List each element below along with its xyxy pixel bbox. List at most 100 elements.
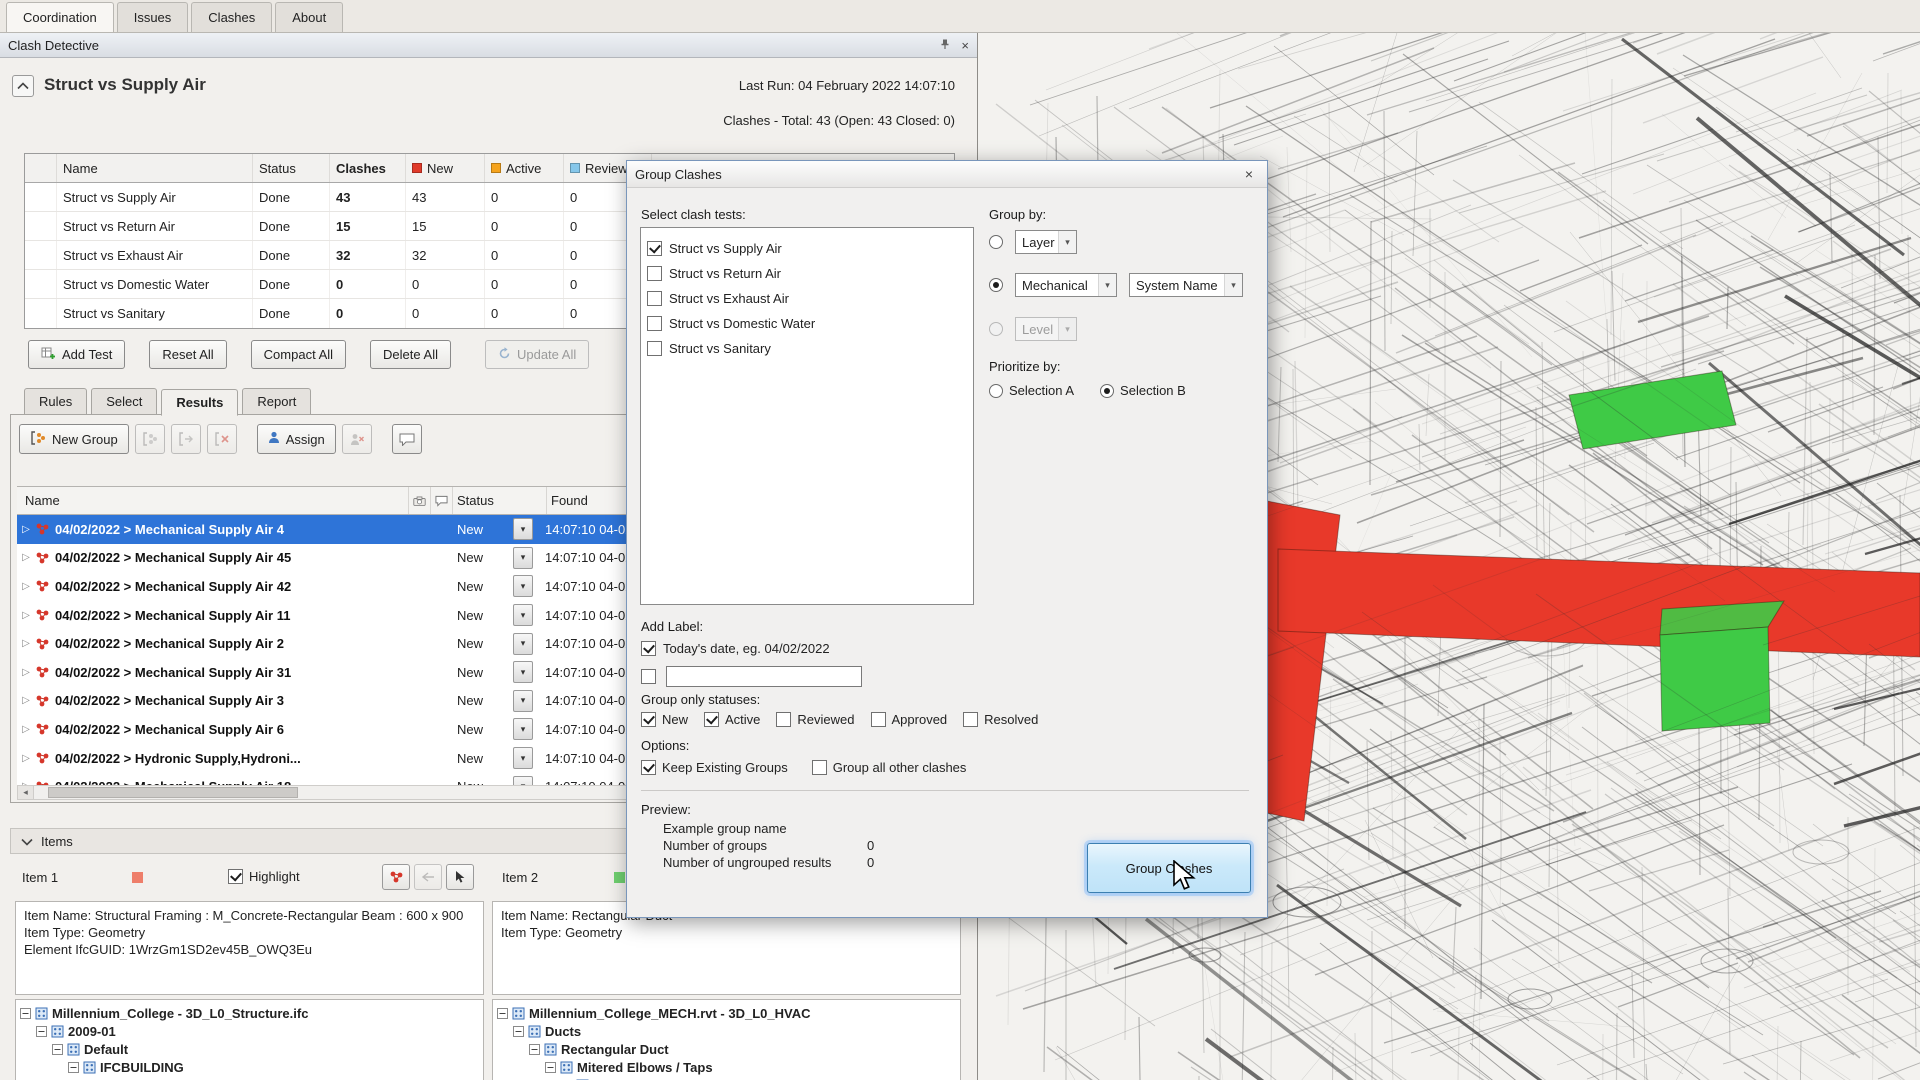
selection-a-radio[interactable]: Selection A (989, 383, 1074, 398)
tree-expander-icon[interactable] (513, 1026, 524, 1037)
tab-select[interactable]: Select (91, 388, 157, 415)
update-all-button[interactable]: Update All (485, 340, 589, 369)
radio[interactable] (1100, 384, 1114, 398)
tree-node[interactable]: Millennium_College_MECH.rvt - 3D_L0_HVAC (493, 1004, 960, 1022)
collapse-test-button[interactable] (12, 75, 34, 97)
todays-date-checkbox[interactable]: Today's date, eg. 04/02/2022 (641, 641, 830, 656)
tree-expander-icon[interactable] (497, 1008, 508, 1019)
checkbox[interactable] (776, 712, 791, 727)
ungroup-icon-button[interactable] (207, 424, 237, 454)
results-col-name[interactable]: Name (17, 487, 409, 514)
tree-node[interactable]: Rectangular Duct (493, 1040, 960, 1058)
property-dropdown[interactable]: System Name▾ (1129, 273, 1243, 297)
status-checkbox-active[interactable]: Active (704, 712, 760, 727)
highlight-checkbox[interactable]: Highlight (228, 869, 300, 884)
tree-node[interactable]: IFCBUILDING (16, 1058, 483, 1076)
tab-rules[interactable]: Rules (24, 388, 87, 415)
status-checkbox-new[interactable]: New (641, 712, 688, 727)
expand-arrow-icon[interactable]: ▷ (17, 581, 35, 592)
checkbox[interactable] (647, 241, 662, 256)
tree-node[interactable]: Mitered Elbows / Taps (493, 1058, 960, 1076)
layer-radio[interactable] (989, 235, 1003, 249)
status-dropdown-button[interactable]: ▾ (513, 690, 533, 712)
delete-all-button[interactable]: Delete All (370, 340, 451, 369)
clash-test-option[interactable]: Struct vs Sanitary (647, 336, 967, 361)
checkbox[interactable] (812, 760, 827, 775)
status-dropdown-button[interactable]: ▾ (513, 518, 533, 540)
add-to-group-icon-button[interactable] (135, 424, 165, 454)
tree-node[interactable]: Millennium_College - 3D_L0_Structure.ifc (16, 1004, 483, 1022)
expand-arrow-icon[interactable]: ▷ (17, 753, 35, 764)
pin-icon[interactable] (939, 38, 951, 53)
option-checkbox[interactable]: Keep Existing Groups (641, 760, 788, 775)
tree-expander-icon[interactable] (36, 1026, 47, 1037)
option-checkbox[interactable]: Group all other clashes (812, 760, 967, 775)
checkbox[interactable] (641, 760, 656, 775)
results-col-status[interactable]: Status (453, 487, 547, 514)
close-icon[interactable]: × (961, 38, 969, 53)
new-group-button[interactable]: New Group (19, 424, 129, 454)
checkbox[interactable] (871, 712, 886, 727)
menu-tab-issues[interactable]: Issues (117, 2, 189, 32)
tab-results[interactable]: Results (161, 389, 238, 416)
tests-col-active[interactable]: Active (485, 154, 564, 182)
tree-node[interactable]: Rectangular Duct [6 (493, 1076, 960, 1080)
highlight-group-button[interactable] (382, 864, 410, 890)
menu-tab-coordination[interactable]: Coordination (6, 2, 114, 32)
tree-expander-icon[interactable] (52, 1044, 63, 1055)
reset-all-button[interactable]: Reset All (149, 340, 226, 369)
tree-expander-icon[interactable] (529, 1044, 540, 1055)
status-checkbox-approved[interactable]: Approved (871, 712, 948, 727)
checkbox[interactable] (647, 291, 662, 306)
status-dropdown-button[interactable]: ▾ (513, 604, 533, 626)
group-clashes-button[interactable]: Group Clashes (1087, 843, 1251, 893)
custom-label-checkbox[interactable] (641, 669, 656, 684)
tree-node[interactable]: 2009-01 (16, 1022, 483, 1040)
checkbox[interactable] (647, 316, 662, 331)
tree-expander-icon[interactable] (68, 1062, 79, 1073)
checkbox[interactable] (228, 869, 243, 884)
expand-arrow-icon[interactable]: ▷ (17, 552, 35, 563)
expand-arrow-icon[interactable]: ▷ (17, 695, 35, 706)
select-cursor-button[interactable] (446, 864, 474, 890)
scrollbar-thumb[interactable] (48, 787, 298, 798)
menu-tab-clashes[interactable]: Clashes (191, 2, 272, 32)
status-dropdown-button[interactable]: ▾ (513, 633, 533, 655)
grid-intersection-radio[interactable] (989, 278, 1003, 292)
clash-test-option[interactable]: Struct vs Supply Air (647, 236, 967, 261)
comment-bubble-button[interactable] (392, 424, 422, 454)
dialog-titlebar[interactable]: Group Clashes × (627, 161, 1267, 188)
tree-expander-icon[interactable] (20, 1008, 31, 1019)
custom-label-input[interactable] (666, 666, 862, 687)
tree-node[interactable]: Default (16, 1040, 483, 1058)
close-icon[interactable]: × (1239, 166, 1259, 182)
scroll-left-arrow[interactable]: ◂ (18, 786, 34, 799)
status-dropdown-button[interactable]: ▾ (513, 747, 533, 769)
tests-col-new[interactable]: New (406, 154, 485, 182)
clash-test-option[interactable]: Struct vs Exhaust Air (647, 286, 967, 311)
status-dropdown-button[interactable]: ▾ (513, 718, 533, 740)
expand-arrow-icon[interactable]: ▷ (17, 638, 35, 649)
layer-dropdown[interactable]: Layer▾ (1015, 230, 1077, 254)
level-dropdown[interactable]: Level▾ (1015, 317, 1077, 341)
status-checkbox-reviewed[interactable]: Reviewed (776, 712, 854, 727)
tests-col-name[interactable]: Name (57, 154, 253, 182)
level-radio[interactable] (989, 322, 1003, 336)
expand-arrow-icon[interactable]: ▷ (17, 667, 35, 678)
tests-col-clashes[interactable]: Clashes (330, 154, 406, 182)
clash-test-option[interactable]: Struct vs Return Air (647, 261, 967, 286)
move-to-group-icon-button[interactable] (171, 424, 201, 454)
status-checkbox-resolved[interactable]: Resolved (963, 712, 1038, 727)
status-dropdown-button[interactable]: ▾ (513, 661, 533, 683)
checkbox[interactable] (641, 712, 656, 727)
add-test-button[interactable]: Add Test (28, 340, 125, 369)
tree-node[interactable]: Ducts (493, 1022, 960, 1040)
category-dropdown[interactable]: Mechanical▾ (1015, 273, 1117, 297)
checkbox[interactable] (704, 712, 719, 727)
checkbox[interactable] (647, 266, 662, 281)
checkbox[interactable] (647, 341, 662, 356)
back-arrow-button[interactable] (414, 864, 442, 890)
assign-button[interactable]: Assign (257, 424, 336, 454)
expand-arrow-icon[interactable]: ▷ (17, 610, 35, 621)
clash-test-option[interactable]: Struct vs Domestic Water (647, 311, 967, 336)
